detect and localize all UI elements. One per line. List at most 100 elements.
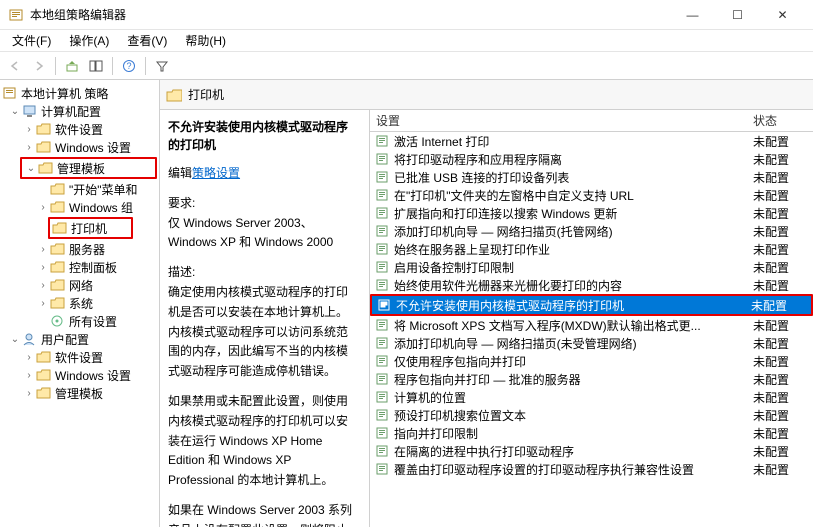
policy-item-icon [376,297,392,313]
policy-item-label: 激活 Internet 打印 [394,133,753,150]
expander-closed-icon[interactable]: › [36,244,50,255]
tree-label: 控制面板 [69,259,117,276]
list-row[interactable]: 添加打印机向导 — 网络扫描页(托管网络)未配置 [370,222,813,240]
expander-closed-icon[interactable]: › [36,280,50,291]
list-row[interactable]: 将 Microsoft XPS 文档写入程序(MXDW)默认输出格式更...未配… [370,316,813,334]
policy-item-icon [374,461,390,477]
list-row[interactable]: 预设打印机搜索位置文本未配置 [370,406,813,424]
list-row[interactable]: 始终在服务器上呈现打印作业未配置 [370,240,813,258]
breadcrumb: 打印机 [160,80,813,110]
expander-closed-icon[interactable]: › [36,202,50,213]
expander-open-icon[interactable]: ⌄ [8,334,22,345]
close-button[interactable]: ✕ [760,1,805,29]
tree-user-admin-templates[interactable]: › 管理模板 [0,384,159,402]
folder-icon [36,368,52,382]
menu-bar: 文件(F) 操作(A) 查看(V) 帮助(H) [0,30,813,52]
help-button[interactable]: ? [118,55,140,77]
folder-icon [50,296,66,310]
list-row[interactable]: 启用设备控制打印限制未配置 [370,258,813,276]
tree-network[interactable]: › 网络 [0,276,159,294]
expander-open-icon[interactable]: ⌄ [24,163,38,174]
policy-item-status: 未配置 [753,389,813,406]
column-status[interactable]: 状态 [753,112,813,129]
list-row[interactable]: 将打印驱动程序和应用程序隔离未配置 [370,150,813,168]
tree-servers[interactable]: › 服务器 [0,240,159,258]
list-row[interactable]: 始终使用软件光栅器来光栅化要打印的内容未配置 [370,276,813,294]
tree-printers[interactable]: 打印机 [50,219,131,237]
expander-closed-icon[interactable]: › [22,142,36,153]
tree-label: 用户配置 [41,331,89,348]
show-hide-tree-button[interactable] [85,55,107,77]
edit-policy-link[interactable]: 策略设置 [192,166,240,180]
tree-computer-config[interactable]: ⌄ 计算机配置 [0,102,159,120]
selected-policy-title: 不允许安装使用内核模式驱动程序的打印机 [168,118,359,154]
description-body: 确定使用内核模式驱动程序的打印机是否可以安装在本地计算机上。内核模式驱动程序可以… [168,283,359,382]
tree-admin-templates[interactable]: ⌄ 管理模板 [22,159,155,177]
tree-user-software[interactable]: › 软件设置 [0,348,159,366]
tree-system[interactable]: › 系统 [0,294,159,312]
policy-item-icon [374,353,390,369]
back-button[interactable] [4,55,26,77]
filter-button[interactable] [151,55,173,77]
tree-software-settings[interactable]: › 软件设置 [0,120,159,138]
description-p3: 如果在 Windows Server 2003 系列产品上没有配置此设置，则将阻… [168,501,359,527]
policy-item-label: 在隔离的进程中执行打印驱动程序 [394,443,753,460]
minimize-button[interactable]: — [670,1,715,29]
policy-item-icon [374,371,390,387]
policy-item-icon [374,151,390,167]
policy-item-icon [374,389,390,405]
policy-item-status: 未配置 [753,169,813,186]
menu-action[interactable]: 操作(A) [61,30,117,51]
tree-label: 计算机配置 [41,103,101,120]
policy-item-label: 预设打印机搜索位置文本 [394,407,753,424]
menu-file[interactable]: 文件(F) [4,30,59,51]
tree-windows-settings[interactable]: › Windows 设置 [0,138,159,156]
maximize-button[interactable]: ☐ [715,1,760,29]
policy-item-label: 程序包指向并打印 — 批准的服务器 [394,371,753,388]
tree-user-windows[interactable]: › Windows 设置 [0,366,159,384]
up-button[interactable] [61,55,83,77]
description-label: 描述: [168,263,359,283]
list-row[interactable]: 在隔离的进程中执行打印驱动程序未配置 [370,442,813,460]
toolbar-separator [112,57,113,75]
list-row[interactable]: 扩展指向和打印连接以搜索 Windows 更新未配置 [370,204,813,222]
expander-closed-icon[interactable]: › [36,298,50,309]
tree-windows-components[interactable]: › Windows 组 [0,198,159,216]
policy-item-icon [374,425,390,441]
list-row[interactable]: 指向并打印限制未配置 [370,424,813,442]
list-row[interactable]: 程序包指向并打印 — 批准的服务器未配置 [370,370,813,388]
menu-help[interactable]: 帮助(H) [177,30,234,51]
requirements-label: 要求: [168,194,359,214]
list-row[interactable]: 不允许安装使用内核模式驱动程序的打印机未配置 [372,296,811,314]
expander-closed-icon[interactable]: › [22,388,36,399]
tree-label: 打印机 [71,220,107,237]
expander-closed-icon[interactable]: › [36,262,50,273]
list-row[interactable]: 已批准 USB 连接的打印设备列表未配置 [370,168,813,186]
window-title: 本地组策略编辑器 [30,6,670,23]
policy-icon [2,86,18,100]
list-row[interactable]: 计算机的位置未配置 [370,388,813,406]
tree-control-panel[interactable]: › 控制面板 [0,258,159,276]
list-row[interactable]: 在"打印机"文件夹的左窗格中自定义支持 URL未配置 [370,186,813,204]
menu-view[interactable]: 查看(V) [119,30,175,51]
column-setting[interactable]: 设置 [370,112,753,129]
expander-closed-icon[interactable]: › [22,370,36,381]
expander-open-icon[interactable]: ⌄ [8,106,22,117]
tree-root[interactable]: 本地计算机 策略 [0,84,159,102]
tree-start-menu[interactable]: "开始"菜单和 [0,180,159,198]
expander-closed-icon[interactable]: › [22,124,36,135]
policy-item-status: 未配置 [753,425,813,442]
tree-user-config[interactable]: ⌄ 用户配置 [0,330,159,348]
expander-closed-icon[interactable]: › [22,352,36,363]
list-row[interactable]: 添加打印机向导 — 网络扫描页(未受管理网络)未配置 [370,334,813,352]
list-row[interactable]: 仅使用程序包指向并打印未配置 [370,352,813,370]
forward-button[interactable] [28,55,50,77]
folder-icon [36,122,52,136]
policy-item-icon [374,133,390,149]
policy-item-label: 已批准 USB 连接的打印设备列表 [394,169,753,186]
tree-label: 系统 [69,295,93,312]
list-row[interactable]: 覆盖由打印驱动程序设置的打印驱动程序执行兼容性设置未配置 [370,460,813,478]
tree-all-settings[interactable]: 所有设置 [0,312,159,330]
list-row[interactable]: 激活 Internet 打印未配置 [370,132,813,150]
toolbar-separator [145,57,146,75]
